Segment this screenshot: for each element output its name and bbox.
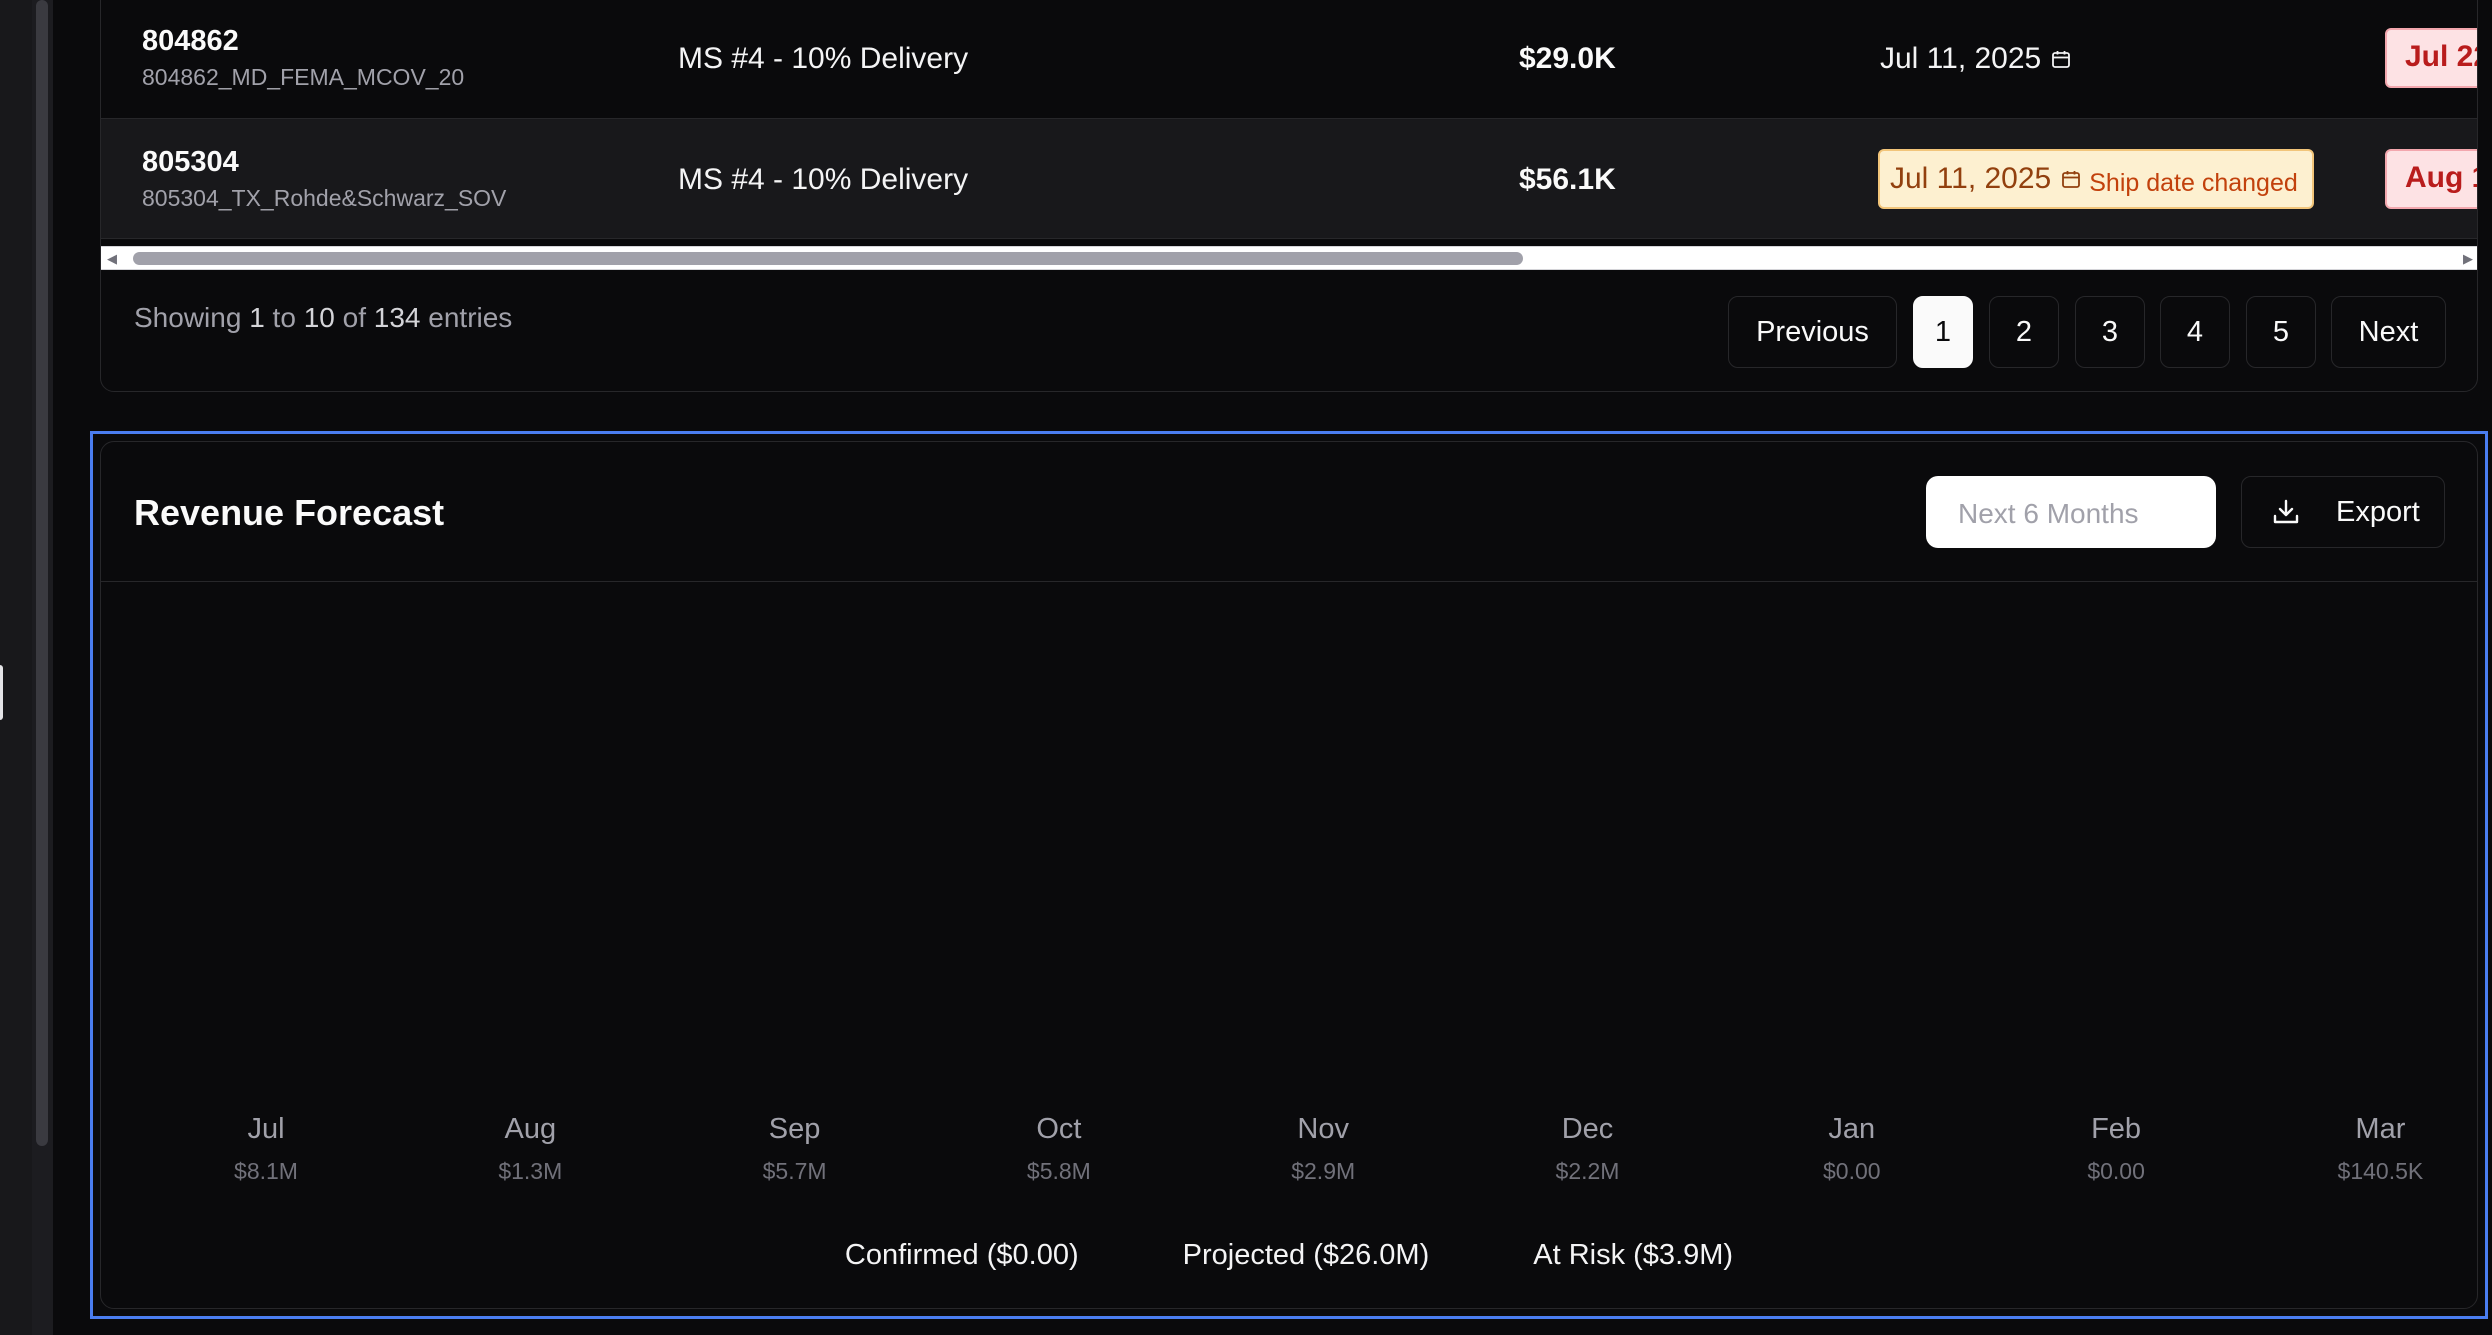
milestone-cell: MS #4 - 10% Delivery — [678, 163, 969, 196]
month-value: $2.2M — [1555, 1158, 1620, 1184]
page-button-4[interactable]: 4 — [2160, 296, 2230, 368]
summary-total: 134 — [373, 302, 421, 333]
scrollbar-thumb[interactable] — [133, 252, 1523, 265]
previous-page-button[interactable]: Previous — [1728, 296, 1897, 368]
period-select[interactable]: Next 6 Months — [1926, 476, 2216, 548]
page-button-5[interactable]: 5 — [2246, 296, 2316, 368]
legend-item[interactable]: Projected ($26.0M) — [1183, 1239, 1430, 1272]
month-label: Nov — [1297, 1113, 1349, 1145]
month-column-sep: Sep $5.7M — [685, 1113, 905, 1185]
month-label: Sep — [768, 1113, 821, 1145]
calendar-icon — [2062, 171, 2081, 188]
next-page-button[interactable]: Next — [2331, 296, 2446, 368]
ship-date: Jul 11, 2025 — [1890, 162, 2052, 195]
month-column-oct: Oct $5.8M — [949, 1113, 1169, 1185]
table-row[interactable]: 804862 804862_MD_FEMA_MCOV_20 MS #4 - 10… — [101, 0, 2477, 119]
summary-to: 10 — [303, 302, 335, 333]
sidebar-scrollbar-thumb[interactable] — [36, 0, 48, 1146]
sidebar-collapse-handle[interactable] — [0, 665, 3, 720]
summary-from: 1 — [249, 302, 265, 333]
summary-to-word: to — [272, 302, 296, 333]
legend-item[interactable]: At Risk ($3.9M) — [1533, 1239, 1733, 1272]
month-label: Oct — [1036, 1113, 1082, 1145]
forecast-title: Revenue Forecast — [134, 492, 445, 533]
month-value: $140.5K — [2337, 1158, 2424, 1184]
month-label: Feb — [2091, 1113, 2142, 1145]
month-column-feb: Feb $0.00 — [2006, 1113, 2226, 1185]
month-column-nov: Nov $2.9M — [1213, 1113, 1433, 1185]
month-column-aug: Aug $1.3M — [420, 1113, 640, 1185]
month-column-mar: Mar $140.5K — [2270, 1113, 2490, 1185]
table-horizontal-scrollbar[interactable]: ◀ ▶ — [101, 246, 2477, 270]
orders-table-card: 804862 804862_MD_FEMA_MCOV_20 MS #4 - 10… — [100, 0, 2478, 392]
month-column-jul: Jul $8.1M — [156, 1113, 376, 1185]
scroll-right-icon[interactable]: ▶ — [2463, 251, 2473, 267]
page-button-1[interactable]: 1 — [1913, 296, 1973, 368]
amount-cell: $56.1K — [1519, 163, 1616, 196]
month-label: Dec — [1561, 1113, 1614, 1145]
month-value: $2.9M — [1291, 1158, 1356, 1184]
month-label: Mar — [2355, 1113, 2406, 1145]
month-value: $0.00 — [2087, 1158, 2145, 1184]
page-button-3[interactable]: 3 — [2075, 296, 2145, 368]
month-value: $5.7M — [762, 1158, 827, 1184]
order-cell: 805304 805304_TX_Rohde&Schwarz_SOV — [142, 146, 506, 212]
export-button[interactable]: Export — [2241, 476, 2445, 548]
pagination-summary: Showing 1 to 10 of 134 entries — [134, 302, 512, 334]
month-label: Aug — [504, 1113, 557, 1145]
calendar-icon — [2052, 51, 2071, 68]
ship-date-cell[interactable]: Jul 11, 2025 — [1880, 42, 2071, 76]
order-id: 805304 — [142, 146, 239, 178]
due-date-badge: Aug 1 — [2385, 149, 2477, 209]
export-label: Export — [2336, 495, 2420, 528]
month-value: $5.8M — [1026, 1158, 1091, 1184]
month-value: $0.00 — [1823, 1158, 1881, 1184]
month-value: $8.1M — [234, 1158, 298, 1184]
order-name: 804862_MD_FEMA_MCOV_20 — [142, 64, 465, 90]
month-label: Jan — [1828, 1113, 1876, 1145]
ship-date-cell-changed[interactable]: Jul 11, 2025 Ship date changed — [1878, 149, 2314, 209]
ship-date-changed-note: Ship date changed — [2089, 168, 2298, 197]
month-column-jan: Jan $0.00 — [1742, 1113, 1962, 1185]
forecast-header: Revenue Forecast Next 6 Months Export — [101, 442, 2477, 582]
amount-cell: $29.0K — [1519, 42, 1616, 75]
download-icon — [2273, 499, 2299, 524]
order-cell: 804862 804862_MD_FEMA_MCOV_20 — [142, 25, 464, 91]
summary-of-word: of — [342, 302, 366, 333]
summary-prefix: Showing — [134, 302, 242, 333]
legend-item[interactable]: Confirmed ($0.00) — [845, 1239, 1079, 1272]
ship-date: Jul 11, 2025 — [1880, 42, 2042, 75]
order-name: 805304_TX_Rohde&Schwarz_SOV — [142, 185, 507, 211]
month-label: Jul — [247, 1113, 285, 1145]
month-column-dec: Dec $2.2M — [1478, 1113, 1698, 1185]
scroll-left-icon[interactable]: ◀ — [107, 251, 117, 267]
summary-suffix: entries — [428, 302, 513, 333]
page-button-2[interactable]: 2 — [1989, 296, 2059, 368]
month-value: $1.3M — [498, 1158, 563, 1184]
revenue-forecast-card: Revenue Forecast Next 6 Months Export Ju… — [100, 441, 2478, 1309]
order-id: 804862 — [142, 25, 239, 57]
milestone-cell: MS #4 - 10% Delivery — [678, 42, 969, 75]
chart-legend: Confirmed ($0.00) Projected ($26.0M) At Ri… — [101, 1239, 2477, 1272]
due-date-badge: Jul 22 — [2385, 28, 2477, 88]
table-row[interactable]: 805304 805304_TX_Rohde&Schwarz_SOV MS #4… — [101, 119, 2477, 239]
forecast-chart-plot — [101, 583, 2477, 1143]
